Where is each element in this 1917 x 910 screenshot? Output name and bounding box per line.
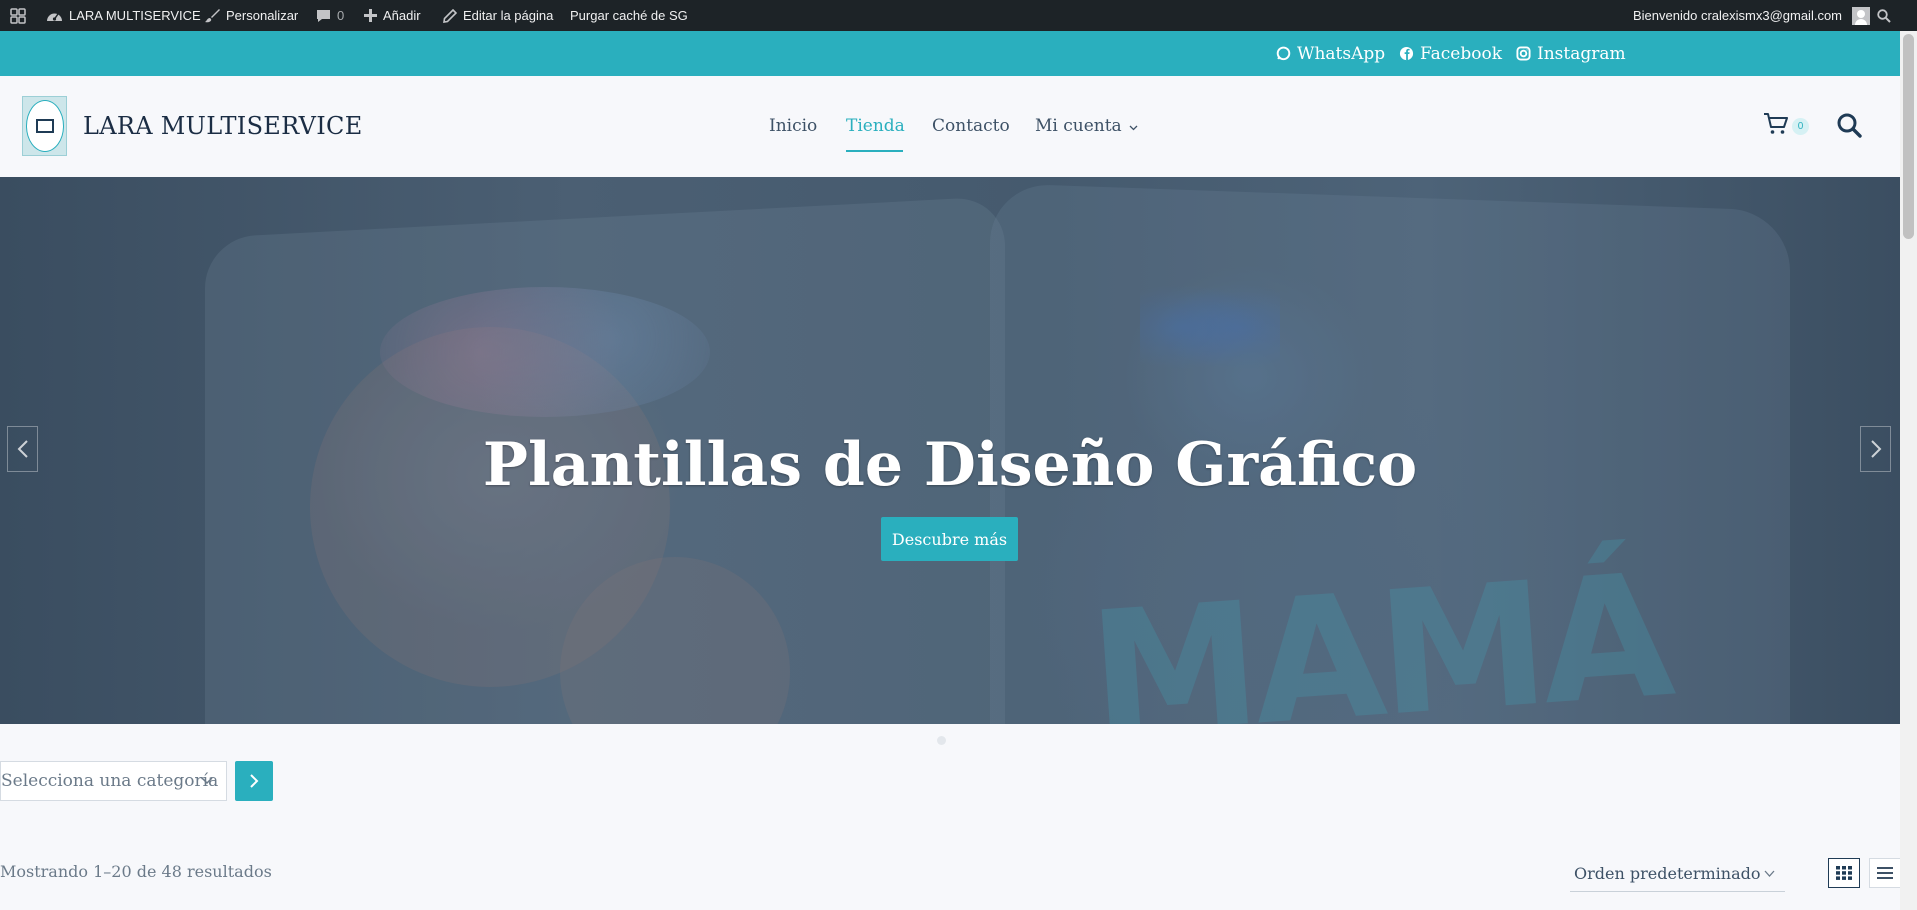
category-select[interactable]: Selecciona una categoría [0, 761, 227, 801]
nav-item-tienda[interactable]: Tienda [846, 116, 905, 136]
wordpress-menu[interactable] [10, 0, 26, 31]
hero-butterfly-image [1140, 277, 1280, 377]
admin-site-name[interactable]: LARA MULTISERVICE [46, 0, 201, 31]
nav-active-indicator [846, 150, 903, 152]
admin-edit-page-label: Editar la página [463, 8, 554, 23]
social-link-instagram[interactable]: Instagram [1516, 31, 1626, 76]
facebook-icon [1399, 46, 1414, 61]
slider-pagination-dot[interactable] [937, 736, 946, 745]
whatsapp-icon [1276, 46, 1291, 61]
avatar [1852, 6, 1870, 25]
admin-edit-page[interactable]: Editar la página [443, 0, 553, 31]
header-search-button[interactable] [1836, 112, 1862, 142]
search-icon [1837, 113, 1862, 138]
cart-count-badge: 0 [1792, 118, 1809, 135]
admin-search[interactable] [1877, 0, 1891, 31]
pencil-icon [443, 8, 457, 23]
chevron-down-icon [1764, 870, 1775, 877]
result-count: Mostrando 1–20 de 48 resultados [0, 862, 272, 881]
social-bar: WhatsApp Facebook Instagram [0, 31, 1900, 76]
hero-slider: MAMÁ Plantillas de Diseño Gráfico Descub… [0, 177, 1900, 724]
nav-item-mi-cuenta[interactable]: Mi cuenta [1035, 116, 1138, 136]
brush-icon [205, 9, 220, 23]
admin-my-account[interactable]: Bienvenido cralexismx3@gmail.com [1633, 0, 1870, 31]
nav-item-inicio[interactable]: Inicio [769, 116, 817, 136]
admin-welcome-label: Bienvenido cralexismx3@gmail.com [1633, 8, 1842, 23]
admin-bar: LARA MULTISERVICE Personalizar 0 Añadir … [0, 0, 1917, 31]
logo-emblem [25, 100, 64, 152]
site-title[interactable]: LARA MULTISERVICE [83, 112, 363, 140]
hero-title: Plantillas de Diseño Gráfico [482, 430, 1418, 500]
admin-comments-count: 0 [337, 8, 345, 23]
social-link-label: Instagram [1537, 43, 1626, 64]
scrollbar-thumb[interactable] [1903, 34, 1914, 239]
site-header: LARA MULTISERVICE Inicio Tienda Contacto… [0, 76, 1900, 177]
chevron-down-icon [201, 777, 213, 785]
social-link-facebook[interactable]: Facebook [1399, 31, 1502, 76]
cart-icon [1764, 113, 1788, 134]
admin-add-new-label: Añadir [383, 8, 421, 23]
chevron-right-icon [250, 774, 259, 788]
wordpress-logo-icon [10, 7, 26, 24]
admin-purge-cache-label: Purgar caché de SG [570, 8, 688, 23]
plus-icon [364, 9, 377, 22]
search-icon [1877, 8, 1891, 23]
grid-icon [1836, 866, 1852, 880]
chevron-down-icon [1129, 125, 1138, 131]
admin-customize-label: Personalizar [226, 8, 299, 23]
category-select-value: Selecciona una categoría [1, 771, 219, 791]
grid-view-button[interactable] [1828, 858, 1860, 888]
hero-flowers-image [380, 287, 710, 417]
orderby-select-value: Orden predeterminado [1574, 864, 1761, 883]
social-link-label: WhatsApp [1297, 43, 1386, 64]
admin-comments[interactable]: 0 [316, 0, 344, 31]
list-view-button[interactable] [1869, 858, 1901, 888]
category-submit-button[interactable] [235, 761, 273, 801]
social-link-whatsapp[interactable]: WhatsApp [1276, 31, 1385, 76]
social-link-label: Facebook [1420, 43, 1503, 64]
site-logo[interactable] [22, 96, 67, 156]
hero-cta-button[interactable]: Descubre más [881, 517, 1018, 561]
admin-add-new[interactable]: Añadir [364, 0, 421, 31]
admin-customize[interactable]: Personalizar [205, 0, 298, 31]
admin-purge-cache[interactable]: Purgar caché de SG [570, 0, 688, 31]
admin-site-name-label: LARA MULTISERVICE [69, 8, 201, 23]
nav-item-contacto[interactable]: Contacto [932, 116, 1010, 136]
list-icon [1877, 867, 1893, 879]
comment-icon [317, 9, 330, 22]
page-scrollbar[interactable] [1900, 31, 1917, 910]
orderby-select[interactable]: Orden predeterminado [1570, 856, 1785, 892]
cart-button[interactable] [1763, 112, 1789, 140]
logo-monogram [35, 119, 54, 133]
dashboard-icon [47, 13, 62, 21]
instagram-icon [1516, 46, 1531, 61]
nav-item-mi-cuenta-label: Mi cuenta [1035, 116, 1122, 136]
